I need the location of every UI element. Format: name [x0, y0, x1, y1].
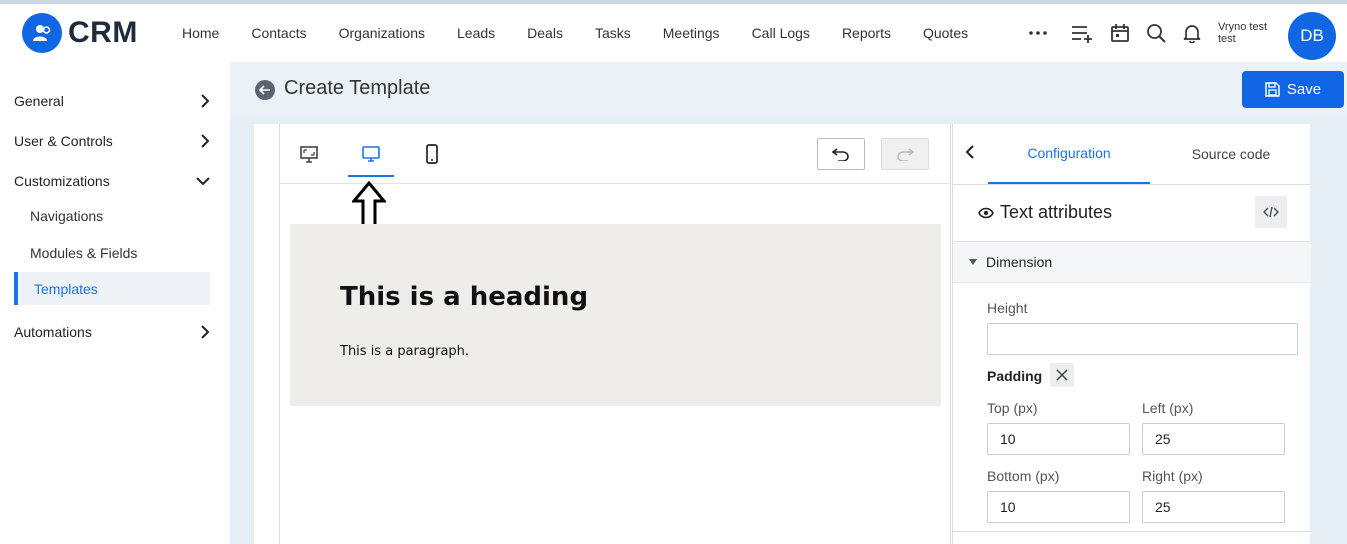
dimension-label: Dimension: [986, 254, 1053, 270]
page-title: Create Template: [284, 77, 431, 99]
nav-home[interactable]: Home: [182, 25, 219, 41]
sidebar-item-label: General: [14, 93, 64, 109]
back-button[interactable]: [255, 80, 275, 100]
padding-top-input[interactable]: 10: [987, 423, 1130, 455]
floppy-icon: [1265, 82, 1280, 97]
chevron-left-icon[interactable]: [963, 144, 977, 160]
section-header: Text attributes: [978, 202, 1112, 223]
sidebar-item-general[interactable]: General: [14, 93, 210, 109]
bottom-label: Bottom (px): [987, 468, 1060, 484]
nav-call-logs[interactable]: Call Logs: [752, 25, 810, 41]
header-actions: Vryno test test: [1026, 4, 1280, 62]
nav-leads[interactable]: Leads: [457, 25, 495, 41]
dimension-accordion[interactable]: Dimension: [953, 241, 1311, 283]
tab-source-code[interactable]: Source code: [1150, 124, 1312, 184]
code-view-button[interactable]: [1255, 196, 1287, 228]
logo-text: CRM: [68, 16, 138, 49]
more-icon[interactable]: [1026, 21, 1050, 45]
fullscreen-preview-icon[interactable]: [298, 144, 320, 164]
nav-organizations[interactable]: Organizations: [339, 25, 425, 41]
left-label: Left (px): [1142, 400, 1194, 416]
active-device-indicator: [348, 175, 394, 177]
redo-button[interactable]: [881, 138, 929, 170]
bell-icon[interactable]: [1180, 21, 1204, 45]
nav-reports[interactable]: Reports: [842, 25, 891, 41]
text-block[interactable]: This is a heading This is a paragraph.: [290, 224, 941, 406]
tab-configuration[interactable]: Configuration: [988, 124, 1150, 184]
padding-bottom-input[interactable]: 10: [987, 491, 1130, 523]
code-icon: [1263, 206, 1279, 218]
nav-deals[interactable]: Deals: [527, 25, 563, 41]
sidebar-item-label: Templates: [34, 281, 98, 297]
chevron-right-icon: [201, 325, 210, 339]
eye-icon: [978, 207, 994, 218]
height-input[interactable]: [987, 323, 1298, 355]
undo-icon: [832, 148, 849, 161]
save-label: Save: [1286, 81, 1322, 98]
arrow-left-icon: [259, 85, 270, 95]
close-icon: [1056, 369, 1068, 381]
top-navbar: CRM Home Contacts Organizations Leads De…: [0, 0, 1347, 62]
chevron-right-icon: [201, 134, 210, 148]
sidebar-item-automations[interactable]: Automations: [14, 324, 210, 340]
nav-quotes[interactable]: Quotes: [923, 25, 968, 41]
page-header: Create Template Save: [230, 62, 1347, 116]
add-list-icon[interactable]: [1070, 21, 1094, 45]
config-panel: Configuration Source code Text attribute…: [952, 124, 1312, 544]
panel-divider: [953, 531, 1311, 532]
desktop-view-icon[interactable]: [360, 144, 382, 164]
search-icon[interactable]: [1144, 21, 1168, 45]
sidebar-subitem-templates[interactable]: Templates: [14, 272, 210, 305]
sidebar-item-label: Customizations: [14, 173, 110, 189]
save-button[interactable]: Save: [1242, 71, 1344, 108]
top-label: Top (px): [987, 400, 1038, 416]
undo-button[interactable]: [817, 138, 865, 170]
redo-icon: [897, 148, 914, 161]
caret-down-icon: [969, 259, 977, 265]
chevron-right-icon: [201, 94, 210, 108]
settings-sidebar: General User & Controls Customizations N…: [0, 62, 230, 544]
user-name-line1: Vryno test: [1218, 21, 1268, 33]
sidebar-subitem-modules-fields[interactable]: Modules & Fields: [30, 245, 137, 261]
padding-label: Padding: [987, 368, 1043, 384]
avatar[interactable]: DB: [1288, 12, 1336, 60]
right-label: Right (px): [1142, 468, 1203, 484]
users-logo-icon: [22, 13, 62, 53]
nav-tasks[interactable]: Tasks: [595, 25, 631, 41]
canvas-heading[interactable]: This is a heading: [340, 282, 588, 312]
sidebar-subitem-navigations[interactable]: Navigations: [30, 208, 103, 224]
calendar-icon[interactable]: [1108, 21, 1132, 45]
padding-right-input[interactable]: 25: [1142, 491, 1285, 523]
sidebar-item-customizations[interactable]: Customizations: [14, 173, 210, 189]
sidebar-item-user-controls[interactable]: User & Controls: [14, 133, 210, 149]
mobile-view-icon[interactable]: [421, 144, 443, 164]
nav-contacts[interactable]: Contacts: [251, 25, 306, 41]
padding-left-input[interactable]: 25: [1142, 423, 1285, 455]
sidebar-item-label: User & Controls: [14, 133, 113, 149]
section-title: Text attributes: [1000, 202, 1113, 222]
canvas-paragraph[interactable]: This is a paragraph.: [340, 344, 469, 359]
user-name[interactable]: Vryno test test: [1218, 21, 1280, 45]
main-nav: Home Contacts Organizations Leads Deals …: [182, 25, 1000, 41]
nav-meetings[interactable]: Meetings: [663, 25, 720, 41]
tab-divider: [953, 184, 1311, 185]
height-label: Height: [987, 300, 1028, 316]
logo[interactable]: CRM: [22, 13, 182, 53]
clear-padding-button[interactable]: [1050, 363, 1074, 387]
user-name-line2: test: [1218, 33, 1236, 45]
sidebar-item-label: Automations: [14, 324, 92, 340]
chevron-down-icon: [196, 177, 210, 186]
